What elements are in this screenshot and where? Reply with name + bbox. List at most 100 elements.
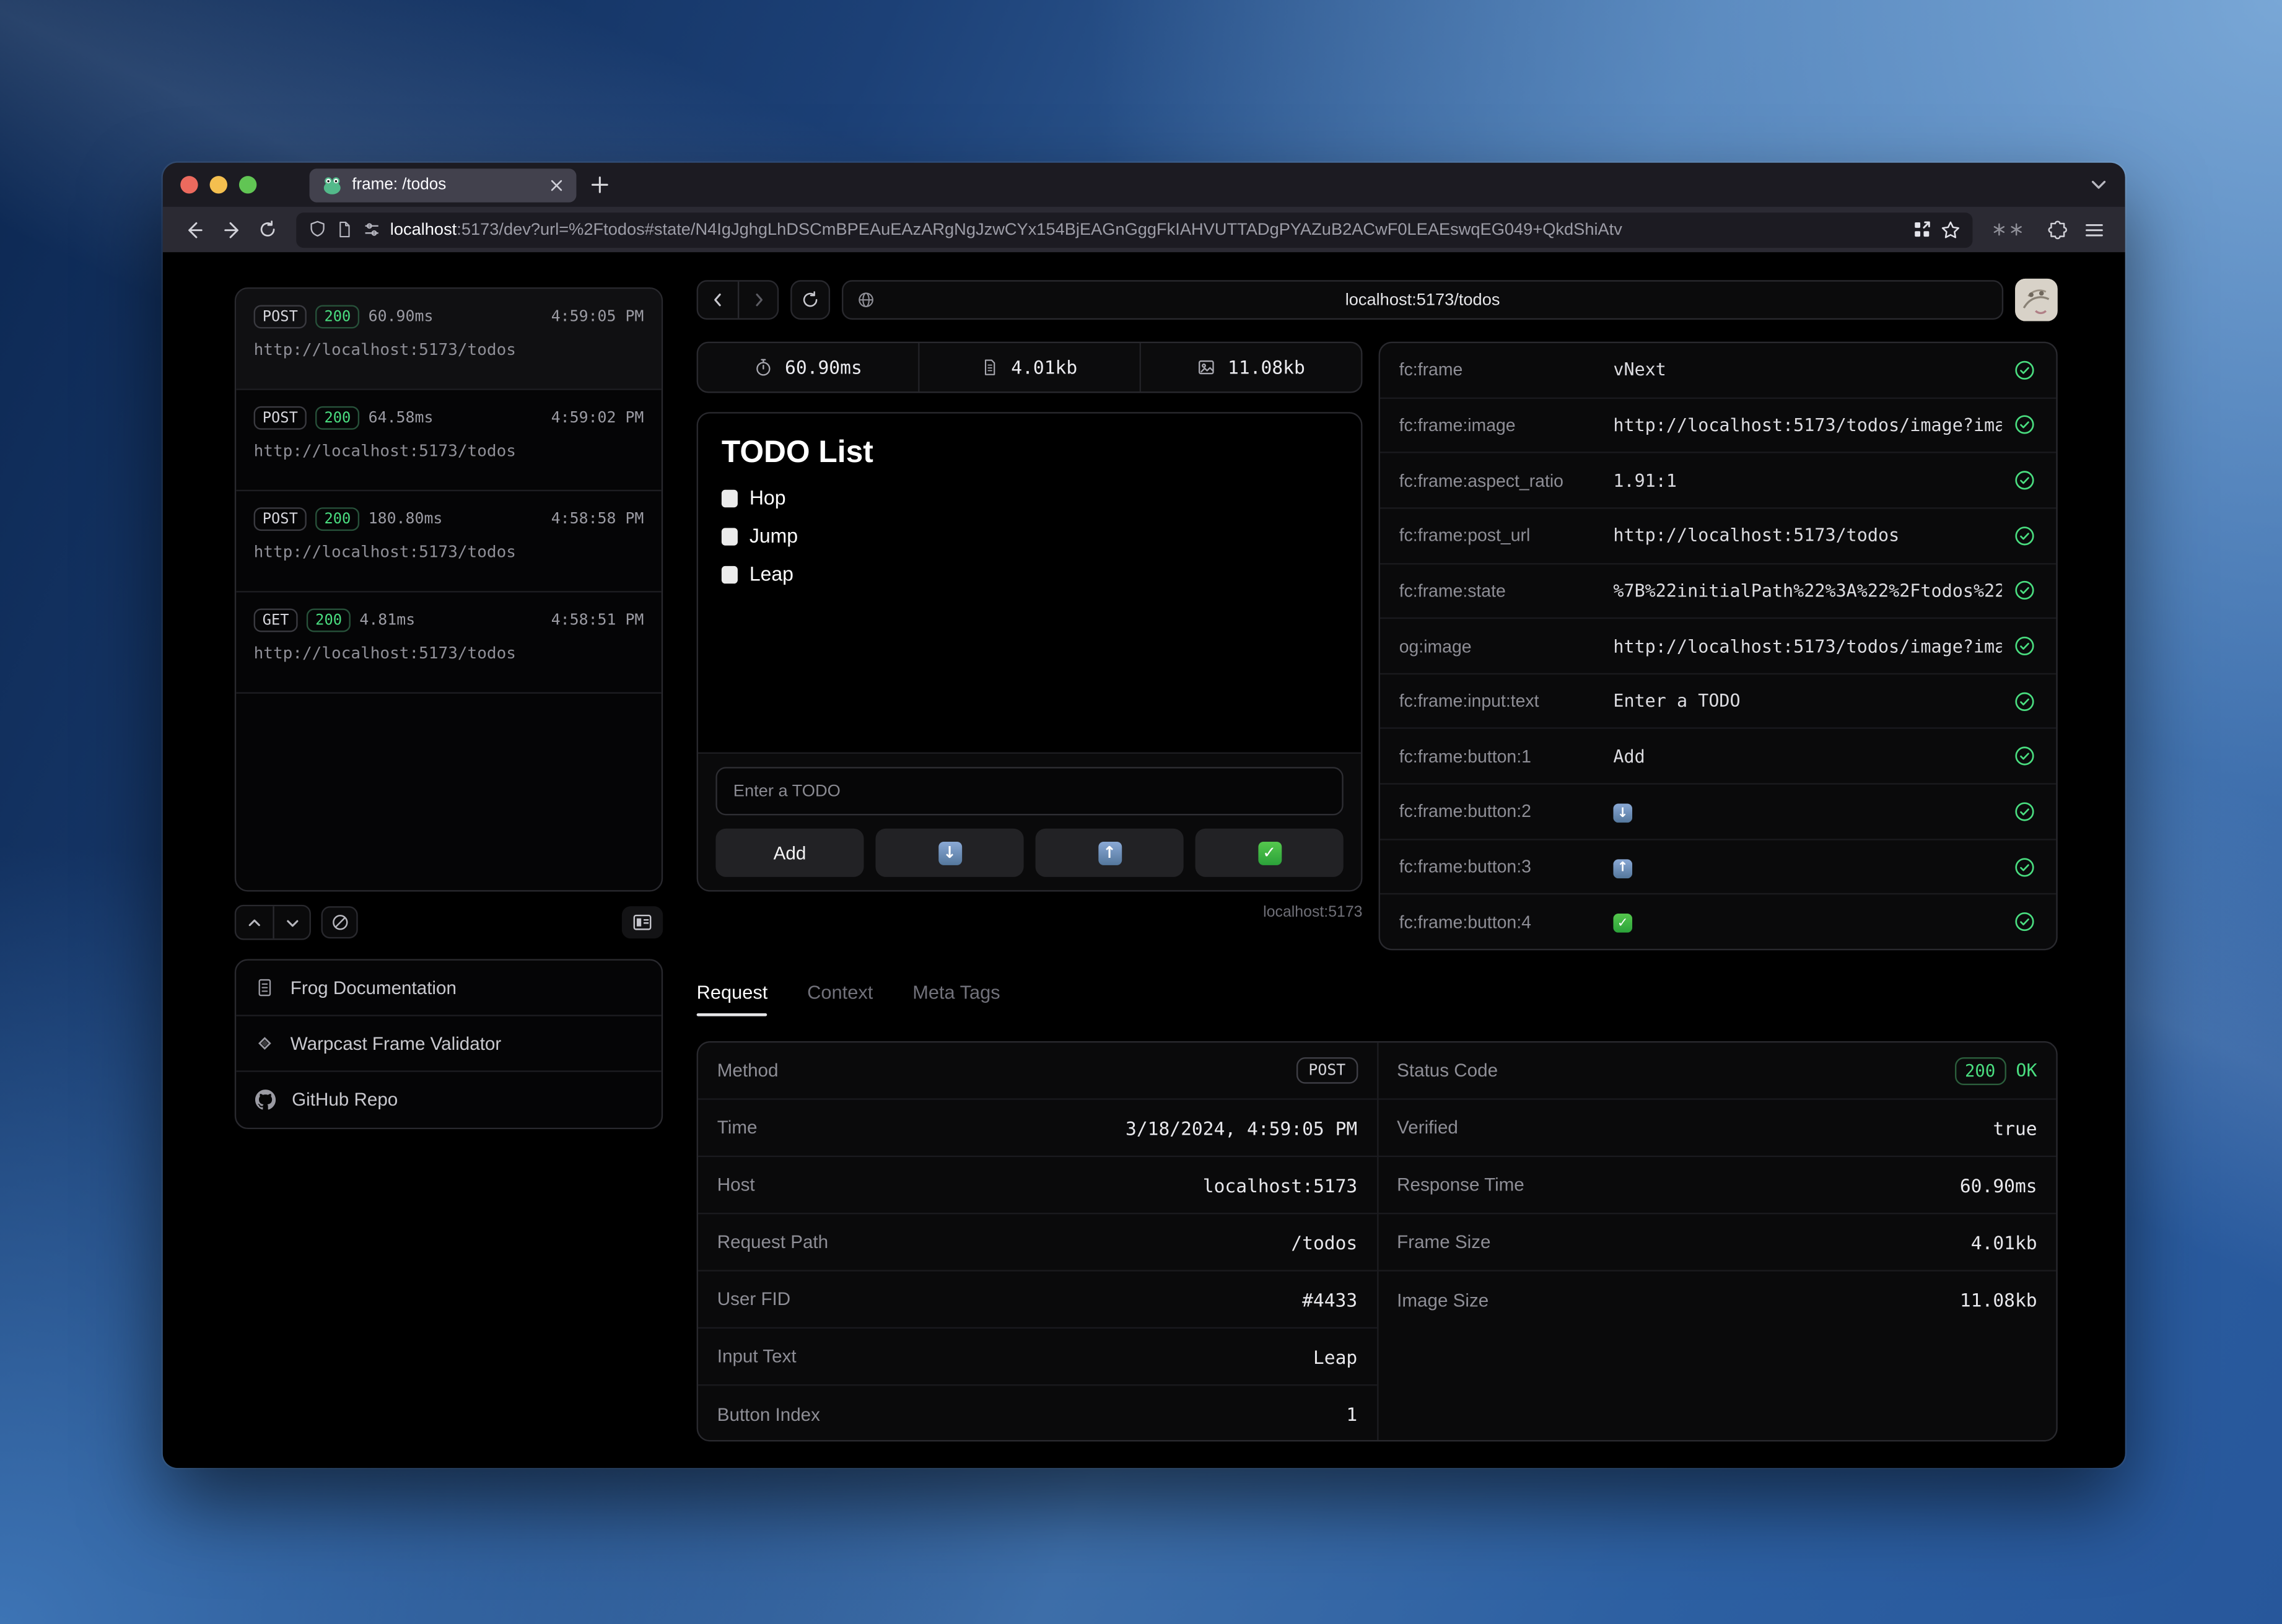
meta-content: http://localhost:5173/todos: [1613, 525, 1899, 546]
detail-label: Button Index: [717, 1404, 820, 1425]
metric-image-size: 11.08kb: [1140, 343, 1362, 391]
link-frog-documentation[interactable]: Frog Documentation: [236, 961, 662, 1016]
previous-entry-button[interactable]: [236, 906, 273, 938]
duration-label: 64.58ms: [369, 409, 434, 427]
permissions-sliders-icon[interactable]: [362, 220, 382, 239]
meta-tag-row: fc:frame:aspect_ratio 1.91:1: [1380, 453, 2056, 509]
meta-content: http://localhost:5173/todos/image?image=…: [1613, 415, 2001, 435]
main-panel: localhost:5173/todos: [697, 280, 2058, 1468]
timestamp-label: 4:59:05 PM: [551, 308, 644, 325]
todo-input[interactable]: [715, 767, 1343, 815]
frame-forward-button[interactable]: [738, 282, 777, 318]
method-badge: POST: [254, 305, 307, 328]
window-zoom-button[interactable]: [239, 176, 256, 193]
meta-content: [1613, 910, 1632, 933]
log-entry[interactable]: GET 200 4.81ms 4:58:51 PM http://localho…: [236, 593, 662, 694]
request-url: http://localhost:5173/todos: [254, 543, 644, 562]
address-text[interactable]: localhost:5173/dev?url=%2Ftodos#state/N4…: [390, 220, 1904, 238]
detail-value: 4.01kb: [1971, 1231, 2037, 1254]
tab-context[interactable]: Context: [807, 981, 873, 1016]
url-bar[interactable]: localhost:5173/dev?url=%2Ftodos#state/N4…: [296, 212, 1972, 247]
meta-content: Add: [1613, 746, 1645, 767]
frame-url-field[interactable]: localhost:5173/todos: [842, 280, 2003, 320]
detail-row-time: Time 3/18/2024, 4:59:05 PM: [698, 1100, 1376, 1157]
metric-frame-size: 4.01kb: [918, 343, 1140, 391]
valid-check-icon: [2002, 745, 2035, 767]
frame-button-up[interactable]: [1036, 829, 1184, 877]
metric-value: 11.08kb: [1228, 356, 1305, 378]
todo-label: Jump: [750, 525, 798, 548]
down-arrow-emoji-icon: [1613, 804, 1632, 823]
meta-property: fc:frame:aspect_ratio: [1399, 470, 1614, 491]
meta-tag-row: fc:frame:state %7B%22initialPath%22%3A%2…: [1380, 564, 2056, 619]
next-entry-button[interactable]: [273, 906, 309, 938]
log-entry[interactable]: POST 200 60.90ms 4:59:05 PM http://local…: [236, 289, 662, 390]
detail-row-host: Host localhost:5173: [698, 1157, 1376, 1214]
frame-image: TODO List Hop Jump: [698, 414, 1361, 754]
checkbox-icon: [722, 489, 738, 507]
log-entry[interactable]: POST 200 64.58ms 4:59:02 PM http://local…: [236, 390, 662, 491]
clear-log-button[interactable]: [321, 906, 358, 938]
method-badge: POST: [1296, 1057, 1357, 1084]
duration-label: 60.90ms: [369, 308, 434, 325]
valid-check-icon: [2002, 359, 2035, 382]
menu-hamburger-icon[interactable]: [2075, 211, 2112, 248]
tab-close-icon[interactable]: [550, 178, 563, 191]
meta-tag-row: fc:frame:image http://localhost:5173/tod…: [1380, 398, 2056, 453]
forward-button[interactable]: [212, 211, 249, 248]
detail-row-status-code: Status Code 200 OK: [1378, 1042, 2056, 1099]
request-details-column: Method POST Time 3/18/2024, 4:59:05 PM H…: [698, 1042, 1378, 1440]
shield-icon[interactable]: [308, 220, 327, 239]
meta-tags-panel: fc:frame vNext fc:frame:image http://loc…: [1379, 342, 2058, 951]
new-tab-button[interactable]: [582, 167, 618, 203]
detail-label: Image Size: [1397, 1290, 1489, 1310]
window-close-button[interactable]: [180, 176, 198, 193]
status-ok-label: OK: [2016, 1060, 2037, 1081]
frame-title: TODO List: [722, 435, 1337, 471]
bookmark-star-icon[interactable]: [1940, 219, 1961, 240]
detail-value: 11.08kb: [1960, 1289, 2037, 1311]
detail-label: User FID: [717, 1289, 790, 1309]
back-button[interactable]: [176, 211, 212, 248]
frame-refresh-button[interactable]: [790, 280, 830, 320]
reload-button[interactable]: [249, 211, 286, 248]
response-details-column: Status Code 200 OK Verified true Respons…: [1378, 1042, 2056, 1440]
detail-row-user-fid: User FID #4433: [698, 1272, 1376, 1329]
detail-value: true: [1993, 1117, 2037, 1139]
log-entry[interactable]: POST 200 180.80ms 4:58:58 PM http://loca…: [236, 491, 662, 592]
frame-button-add[interactable]: Add: [715, 829, 863, 877]
browser-tab[interactable]: frame: /todos: [310, 168, 577, 201]
detail-label: Frame Size: [1397, 1232, 1490, 1252]
frame-back-button[interactable]: [698, 282, 738, 318]
meta-property: fc:frame:button:1: [1399, 746, 1614, 767]
request-url: http://localhost:5173/todos: [254, 644, 644, 663]
detail-label: Response Time: [1397, 1174, 1524, 1195]
metric-value: 60.90ms: [785, 356, 862, 378]
metric-response-time: 60.90ms: [698, 343, 918, 391]
valid-check-icon: [2002, 414, 2035, 437]
extensions-puzzle-icon[interactable]: [2039, 211, 2075, 248]
detail-row-frame-size: Frame Size 4.01kb: [1378, 1214, 2056, 1271]
window-minimize-button[interactable]: [210, 176, 227, 193]
tab-request[interactable]: Request: [697, 981, 768, 1016]
timestamp-label: 4:59:02 PM: [551, 409, 644, 427]
browser-tabstrip: frame: /todos: [163, 163, 2125, 207]
link-github-repo[interactable]: GitHub Repo: [236, 1072, 662, 1128]
detail-value: 1: [1346, 1404, 1357, 1426]
down-arrow-emoji-icon: [938, 841, 961, 865]
frame-button-check[interactable]: [1196, 829, 1344, 877]
desktop-wallpaper: frame: /todos: [0, 0, 2282, 1624]
toggle-panel-layout-button[interactable]: [622, 906, 663, 938]
duration-label: 4.81ms: [359, 611, 415, 629]
reader-squares-icon[interactable]: [1912, 220, 1931, 239]
link-warpcast-validator[interactable]: Warpcast Frame Validator: [236, 1016, 662, 1072]
globe-icon: [857, 290, 876, 310]
list-tabs-chevron-icon[interactable]: [2090, 176, 2107, 193]
tab-meta-tags[interactable]: Meta Tags: [912, 981, 1000, 1016]
meta-tag-row: fc:frame vNext: [1380, 343, 2056, 398]
detail-row-method: Method POST: [698, 1042, 1376, 1099]
user-avatar[interactable]: [2015, 279, 2058, 321]
page-info-icon[interactable]: [336, 220, 353, 239]
todo-item: Jump: [722, 525, 1337, 548]
frame-button-down[interactable]: [875, 829, 1023, 877]
